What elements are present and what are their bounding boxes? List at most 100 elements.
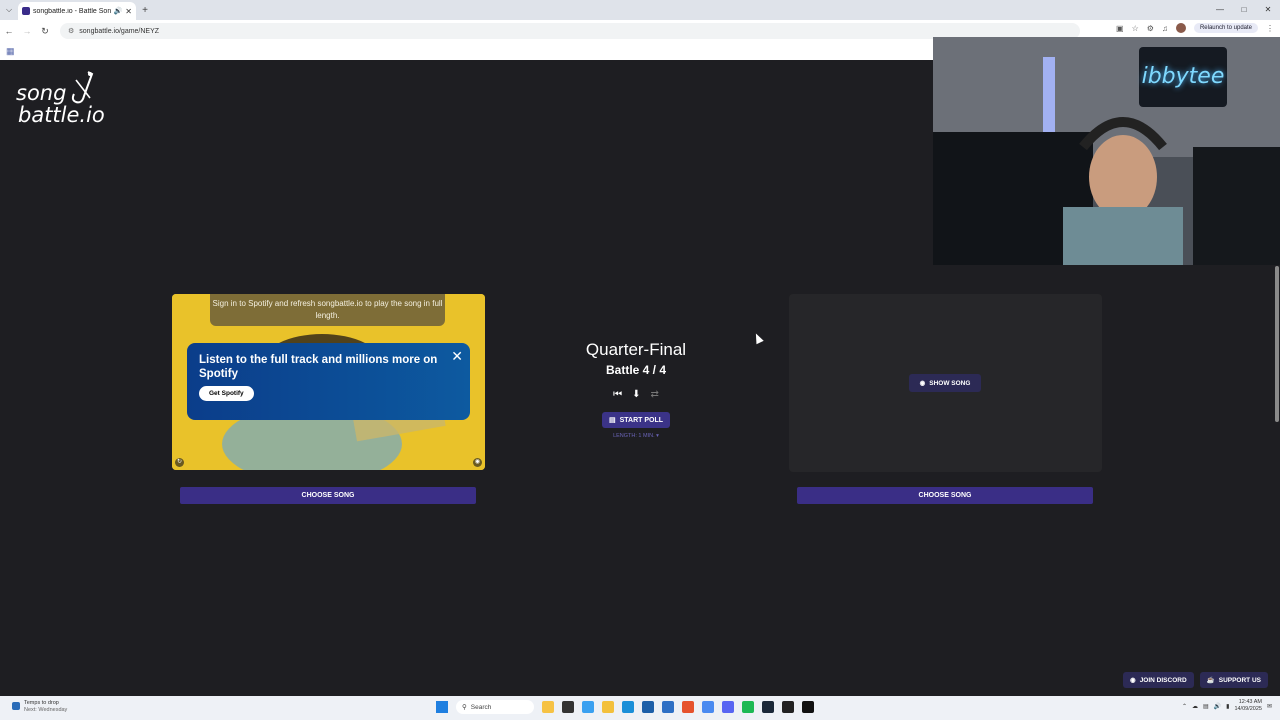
volume-icon[interactable]: 🔊 [1214,703,1221,710]
steam-icon[interactable] [762,701,774,713]
search-icon: ⚲ [462,704,467,711]
weather-line1: Temps to drop [24,700,59,706]
media-controls-icon[interactable]: ♫ [1162,24,1168,33]
download-icon[interactable]: ⬇ [632,389,640,400]
menu-dots-icon[interactable]: ⋮ [1266,24,1274,33]
shuffle-icon[interactable]: ⇄ [651,389,659,400]
spotify-signin-notice: Sign in to Spotify and refresh songbattl… [210,294,445,326]
battle-counter: Battle 4 / 4 [605,363,667,377]
choose-song-left-button[interactable]: CHOOSE SONG [180,487,476,504]
support-us-button[interactable]: ☕ SUPPORT US [1199,672,1268,688]
get-spotify-button[interactable]: Get Spotify [199,386,254,401]
show-song-button[interactable]: ◉ SHOW SONG [909,374,981,392]
left-song-card[interactable]: Sign in to Spotify and refresh songbattl… [172,294,485,470]
close-tab-icon[interactable]: ✕ [125,7,132,16]
battle-info: Quarter-Final Battle 4 / 4 ⏮ ⬇ ⇄ ▤ START… [560,340,712,439]
profile-avatar[interactable] [1175,23,1186,33]
back-icon[interactable]: ← [0,26,18,36]
tab-search-icon[interactable]: ⌵ [0,0,18,20]
length-selector[interactable]: LENGTH: 1 MIN. ▾ [560,433,712,439]
widgets-app-icon[interactable] [542,701,554,713]
store-icon[interactable] [642,701,654,713]
footer-buttons: ◉ JOIN DISCORD ☕ SUPPORT US [1123,672,1268,688]
eye-icon: ◉ [919,380,926,387]
taskbar-apps: ⚲ Search [436,700,814,714]
search-placeholder: Search [470,703,492,711]
show-song-label: SHOW SONG [929,379,971,387]
taskbar: Temps to drop Next: Wednesday ⚲ Search ⌃… [0,696,1280,720]
spotify-app-icon[interactable] [742,701,754,713]
url-text: songbattle.io/game/NEYZ [79,27,160,35]
round-title: Quarter-Final [585,340,687,359]
bookmark-star-icon[interactable]: ☆ [1132,24,1139,33]
scroll-thumb[interactable] [1275,266,1279,422]
coffee-icon: ☕ [1206,677,1215,684]
weather-widget[interactable]: Temps to drop Next: Wednesday [12,700,67,714]
clock[interactable]: 12:43 AM 14/09/2025 [1234,699,1262,713]
join-discord-button[interactable]: ◉ JOIN DISCORD [1123,672,1194,688]
outlook-icon[interactable] [662,701,674,713]
neon-sign: ibbytee [1139,47,1227,107]
network-icon[interactable]: ▤ [1203,703,1209,710]
battle-controls: ⏮ ⬇ ⇄ [560,389,712,400]
system-tray: ⌃ ☁ ▤ 🔊 ▮ 12:43 AM 14/09/2025 ✉ [1182,699,1272,713]
mouse-cursor [752,331,764,345]
obs-icon[interactable] [782,701,794,713]
promo-text: Listen to the full track and millions mo… [199,354,438,380]
discord-icon: ◉ [1130,677,1136,684]
choose-song-right-button[interactable]: CHOOSE SONG [797,487,1093,504]
task-view-icon[interactable] [562,701,574,713]
poll-icon: ▤ [608,417,616,424]
previous-icon[interactable]: ⏮ [613,389,622,400]
webcam-overlay: ibbytee [933,37,1280,265]
page-scrollbar[interactable] [1274,266,1280,690]
browser-tab-bar: ⌵ songbattle.io - Battle Song... 🔊 ✕ + —… [0,0,1280,20]
right-song-card: ◉ SHOW SONG [789,294,1102,472]
clock-date: 14/09/2025 [1234,706,1262,712]
weather-line2: Next: Wednesday [24,707,68,713]
maximize-icon[interactable]: □ [1232,0,1256,20]
extensions-icon[interactable]: ⚙ [1147,24,1154,33]
start-poll-label: START POLL [619,416,664,424]
reload-icon[interactable]: ↻ [36,26,54,37]
notifications-icon[interactable]: ✉ [1267,703,1272,710]
close-window-icon[interactable]: ✕ [1256,0,1280,20]
site-info-icon[interactable]: ⚙ [68,27,74,35]
windows-start-icon[interactable] [436,701,448,713]
brave-icon[interactable] [682,701,694,713]
new-tab-button[interactable]: + [136,5,154,16]
start-poll-button[interactable]: ▤ START POLL [602,412,670,428]
terminal-icon[interactable] [802,701,814,713]
chrome-icon[interactable] [702,701,714,713]
favicon-icon [22,7,30,15]
copilot-icon[interactable] [582,701,594,713]
browser-tab[interactable]: songbattle.io - Battle Song... 🔊 ✕ [18,2,136,20]
discord-app-icon[interactable] [722,701,734,713]
songbattle-logo[interactable]: song battle.io [16,71,105,126]
spotify-promo-banner: Listen to the full track and millions mo… [187,343,470,420]
clock-time: 12:43 AM [1238,699,1262,705]
eye-icon[interactable]: ◉ [473,458,482,467]
close-promo-icon[interactable]: ✕ [451,348,463,365]
install-app-icon[interactable]: ▣ [1116,24,1124,33]
window-controls: — □ ✕ [1208,0,1280,20]
url-field[interactable]: ⚙ songbattle.io/game/NEYZ [60,23,1080,39]
toolbar-right: ▣ ☆ ⚙ ♫ Relaunch to update ⋮ [1116,23,1274,33]
taskbar-search[interactable]: ⚲ Search [456,700,534,714]
cloud-icon[interactable]: ☁ [1192,703,1198,710]
minimize-icon[interactable]: — [1208,0,1232,20]
weather-icon [12,702,20,710]
apps-grid-icon[interactable]: ▦ [6,46,15,57]
file-explorer-icon[interactable] [602,701,614,713]
battery-icon[interactable]: ▮ [1226,703,1229,710]
saxophone-icon [71,71,94,104]
relaunch-button[interactable]: Relaunch to update [1193,23,1258,33]
tray-chevron-icon[interactable]: ⌃ [1182,703,1187,710]
edge-icon[interactable] [622,701,634,713]
speaker-icon[interactable]: 🔊 [114,7,123,15]
refresh-icon[interactable]: ↻ [175,458,184,467]
join-discord-label: JOIN DISCORD [1139,676,1187,684]
webcam-scene [933,37,1280,265]
tab-title: songbattle.io - Battle Song... [33,7,111,15]
forward-icon[interactable]: → [18,26,36,36]
